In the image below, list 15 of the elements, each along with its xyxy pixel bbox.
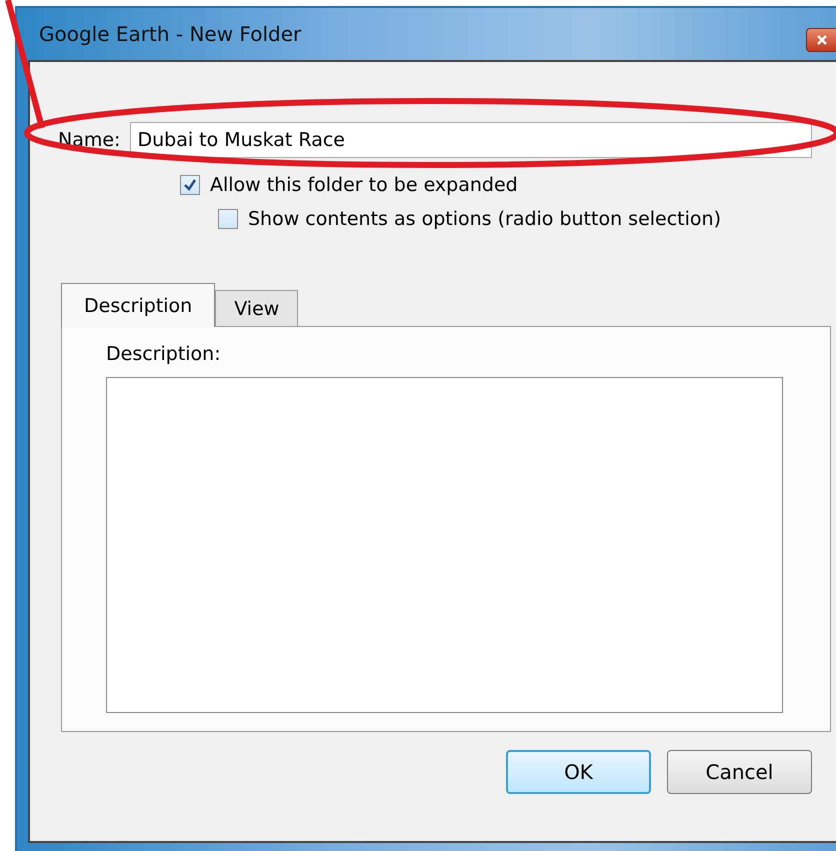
ok-button[interactable]: OK bbox=[506, 750, 651, 794]
checkbox[interactable] bbox=[218, 209, 238, 229]
name-label: Name: bbox=[58, 129, 120, 151]
close-button[interactable] bbox=[806, 28, 836, 52]
window-title: Google Earth - New Folder bbox=[39, 22, 302, 46]
checkbox[interactable] bbox=[180, 175, 200, 195]
description-field[interactable] bbox=[106, 377, 783, 713]
name-field[interactable]: Dubai to Muskat Race bbox=[130, 122, 812, 158]
description-label: Description: bbox=[106, 343, 222, 365]
close-icon bbox=[816, 34, 828, 46]
tab[interactable]: Description bbox=[61, 283, 216, 327]
tab[interactable]: View bbox=[215, 290, 298, 326]
cancel-button[interactable]: Cancel bbox=[667, 750, 812, 794]
checkbox-label: Allow this folder to be expanded bbox=[210, 174, 518, 196]
checkbox-label: Show contents as options (radio button selection) bbox=[248, 208, 721, 230]
